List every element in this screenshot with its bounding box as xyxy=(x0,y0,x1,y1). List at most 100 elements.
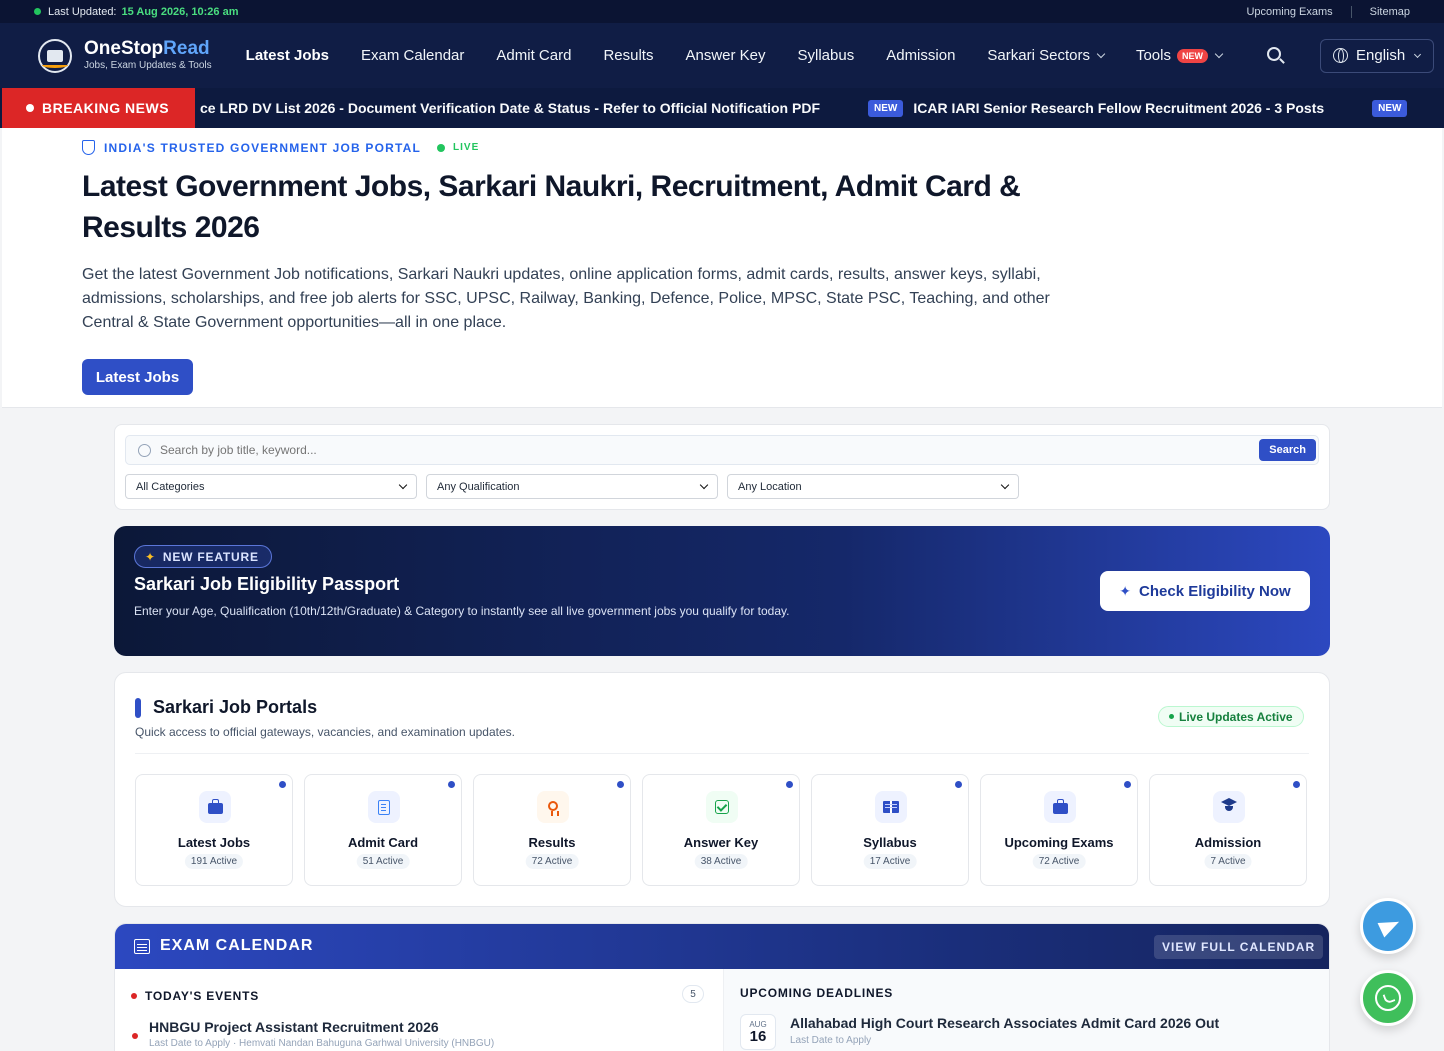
check-eligibility-button[interactable]: ✦ Check Eligibility Now xyxy=(1100,571,1310,611)
exam-calendar: EXAM CALENDAR VIEW FULL CALENDAR TODAY'S… xyxy=(114,923,1330,1051)
indicator-dot xyxy=(617,781,624,788)
portal-name: Answer Key xyxy=(683,835,759,850)
calendar-title: EXAM CALENDAR xyxy=(160,937,314,954)
chevron-down-icon xyxy=(1000,480,1010,489)
nav-tools[interactable]: Tools NEW xyxy=(1120,47,1238,64)
indicator-dot xyxy=(1293,781,1300,788)
topbar-link-upcoming-exams[interactable]: Upcoming Exams xyxy=(1228,6,1350,18)
briefcase-icon xyxy=(199,791,231,823)
indicator-dot xyxy=(448,781,455,788)
nav-admission[interactable]: Admission xyxy=(870,47,971,64)
deadline-meta: Last Date to Apply xyxy=(790,1035,872,1046)
graduation-cap-icon xyxy=(1213,791,1245,823)
logo-book-icon xyxy=(38,38,72,73)
live-label: LIVE xyxy=(453,142,480,153)
telegram-button[interactable] xyxy=(1360,898,1416,954)
location-select[interactable]: Any Location xyxy=(727,474,1019,499)
sarkari-job-portals: Sarkari Job Portals Quick access to offi… xyxy=(114,672,1330,907)
hero-eyebrow: INDIA'S TRUSTED GOVERNMENT JOB PORTAL LI… xyxy=(82,140,479,155)
portal-name: Admit Card xyxy=(347,835,419,850)
upcoming-deadlines: UPCOMING DEADLINES AUG 16 Allahabad High… xyxy=(723,969,1329,1051)
todays-events: TODAY'S EVENTS 5 HNBGU Project Assistant… xyxy=(115,969,723,1051)
portal-count: 191 Active xyxy=(184,854,244,869)
portal-count: 72 Active xyxy=(525,854,579,869)
portal-card-upcoming-exams[interactable]: Upcoming Exams 72 Active xyxy=(980,774,1138,886)
page-title: Latest Government Jobs, Sarkari Naukri, … xyxy=(82,170,1021,244)
status-dot xyxy=(34,8,41,15)
portals-subtitle: Quick access to official gateways, vacan… xyxy=(135,725,515,739)
portal-card-admit-card[interactable]: Admit Card 51 Active xyxy=(304,774,462,886)
portal-card-answer-key[interactable]: Answer Key 38 Active xyxy=(642,774,800,886)
breaking-news-ticker: BREAKING NEWS ce LRD DV List 2026 - Docu… xyxy=(0,88,1444,128)
search-icon[interactable] xyxy=(1266,46,1286,66)
brand-name: OneStopRead xyxy=(84,38,210,59)
portal-count: 7 Active xyxy=(1204,854,1252,869)
nav-answer-key[interactable]: Answer Key xyxy=(669,47,781,64)
indicator-dot xyxy=(955,781,962,788)
portal-card-admission[interactable]: Admission 7 Active xyxy=(1149,774,1307,886)
search-input[interactable] xyxy=(160,443,1260,457)
section-accent-bar xyxy=(135,698,141,718)
portal-count: 38 Active xyxy=(694,854,748,869)
portal-count: 51 Active xyxy=(356,854,410,869)
live-dot-icon xyxy=(437,143,446,152)
event-meta: Last Date to Apply · Hemvati Nandan Bahu… xyxy=(149,1038,495,1049)
latest-jobs-button[interactable]: Latest Jobs xyxy=(82,359,193,395)
view-full-calendar-button[interactable]: VIEW FULL CALENDAR xyxy=(1154,935,1324,959)
portal-name: Results xyxy=(528,835,576,850)
portal-card-latest-jobs[interactable]: Latest Jobs 191 Active xyxy=(135,774,293,886)
main-navbar: OneStopRead Jobs, Exam Updates & Tools L… xyxy=(0,23,1444,88)
portal-card-results[interactable]: Results 72 Active xyxy=(473,774,631,886)
nav-latest-jobs[interactable]: Latest Jobs xyxy=(230,47,345,64)
feature-title: Sarkari Job Eligibility Passport xyxy=(134,574,400,594)
search-button[interactable]: Search xyxy=(1259,439,1316,461)
category-select[interactable]: All Categories xyxy=(125,474,417,499)
todays-events-label: TODAY'S EVENTS xyxy=(131,989,259,1003)
ticker-item[interactable]: NEW xyxy=(1372,99,1417,117)
whatsapp-button[interactable] xyxy=(1360,970,1416,1026)
live-dot-icon xyxy=(1169,714,1174,719)
sparkle-icon: ✦ xyxy=(1119,582,1132,599)
nav-sarkari-sectors[interactable]: Sarkari Sectors xyxy=(971,47,1120,64)
check-square-icon xyxy=(706,791,738,823)
todays-events-count: 5 xyxy=(682,985,704,1003)
qualification-select[interactable]: Any Qualification xyxy=(426,474,718,499)
chevron-down-icon xyxy=(398,480,408,489)
red-dot-icon xyxy=(131,993,137,999)
new-feature-pill: ✦ NEW FEATURE xyxy=(134,545,272,568)
nav-admit-card[interactable]: Admit Card xyxy=(480,47,587,64)
nav-results[interactable]: Results xyxy=(587,47,669,64)
deadline-title[interactable]: Allahabad High Court Research Associates… xyxy=(790,1015,1219,1031)
nav-links: Latest Jobs Exam Calendar Admit Card Res… xyxy=(230,47,1238,64)
feature-description: Enter your Age, Qualification (10th/12th… xyxy=(134,604,790,618)
language-selector[interactable]: English xyxy=(1320,38,1434,73)
topbar-link-sitemap[interactable]: Sitemap xyxy=(1352,6,1410,18)
briefcase-icon xyxy=(1044,791,1076,823)
eligibility-feature-banner: ✦ NEW FEATURE Sarkari Job Eligibility Pa… xyxy=(114,526,1330,656)
portal-name: Admission xyxy=(1194,835,1262,850)
book-icon xyxy=(875,791,907,823)
ticker-item[interactable]: NEW ICAR IARI Senior Research Fellow Rec… xyxy=(868,99,1324,117)
telegram-icon xyxy=(1377,914,1403,938)
nav-sarkari-sectors-label: Sarkari Sectors xyxy=(987,47,1090,64)
document-icon xyxy=(368,791,400,823)
ticker-item[interactable]: ce LRD DV List 2026 - Document Verificat… xyxy=(200,100,820,116)
search-icon xyxy=(138,443,151,457)
nav-tools-label: Tools xyxy=(1135,47,1171,64)
shield-icon xyxy=(82,140,95,155)
pulse-dot-icon xyxy=(26,104,34,112)
live-updates-badge: Live Updates Active xyxy=(1158,706,1304,727)
portal-count: 17 Active xyxy=(863,854,917,869)
hero-description: Get the latest Government Job notificati… xyxy=(82,266,1050,331)
site-logo[interactable]: OneStopRead Jobs, Exam Updates & Tools xyxy=(38,38,212,73)
hero-section: INDIA'S TRUSTED GOVERNMENT JOB PORTAL LI… xyxy=(2,128,1442,408)
event-title[interactable]: HNBGU Project Assistant Recruitment 2026 xyxy=(149,1019,439,1035)
top-status-bar: Last Updated: 15 Aug 2026, 10:26 am Upco… xyxy=(0,0,1444,23)
indicator-dot xyxy=(1124,781,1131,788)
nav-syllabus[interactable]: Syllabus xyxy=(782,47,871,64)
nav-exam-calendar[interactable]: Exam Calendar xyxy=(345,47,480,64)
topbar-links: Upcoming Exams Sitemap xyxy=(1228,5,1410,18)
portal-card-syllabus[interactable]: Syllabus 17 Active xyxy=(811,774,969,886)
indicator-dot xyxy=(279,781,286,788)
breaking-news-label: BREAKING NEWS xyxy=(2,88,195,128)
